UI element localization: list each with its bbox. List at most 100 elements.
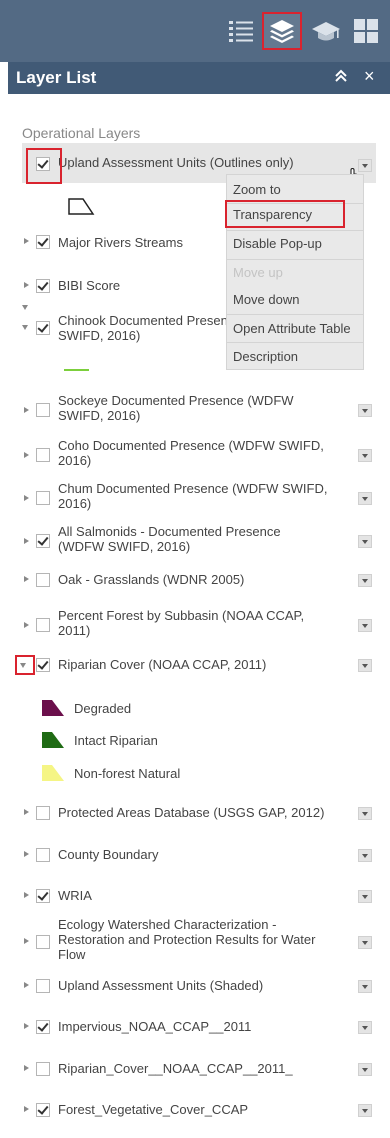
expand-arrow-icon[interactable] (24, 1106, 29, 1112)
layer-label-line2: SWIFD, 2016) (58, 328, 141, 343)
expand-arrow-icon[interactable] (24, 622, 29, 628)
layer-row[interactable]: Protected Areas Database (USGS GAP, 2012… (0, 803, 390, 823)
layer-row[interactable]: Ecology Watershed Characterization - Res… (0, 917, 390, 965)
collapse-icon[interactable] (334, 69, 348, 88)
expand-arrow-icon[interactable] (24, 495, 29, 501)
layer-label: Oak - Grasslands (WDNR 2005) (58, 572, 245, 587)
layer-row[interactable]: Percent Forest by Subbasin (NOAA CCAP, 2… (0, 608, 390, 640)
layer-row[interactable]: Sockeye Documented Presence (WDFW SWIFD,… (0, 393, 390, 425)
layer-checkbox[interactable] (36, 1062, 50, 1076)
layer-row[interactable]: Impervious_NOAA_CCAP__2011 (0, 1017, 390, 1037)
legend-label: Non-forest Natural (74, 766, 181, 781)
expand-arrow-icon[interactable] (22, 305, 28, 310)
layer-menu-button[interactable] (358, 1104, 372, 1117)
expand-arrow-icon[interactable] (24, 982, 29, 988)
annotation-box-transparency (225, 200, 345, 228)
menu-item-description[interactable]: Description (233, 349, 298, 364)
layer-menu-button[interactable] (358, 619, 372, 632)
layer-checkbox[interactable] (36, 534, 50, 548)
menu-item-open-attribute-table[interactable]: Open Attribute Table (233, 321, 351, 336)
expand-arrow-icon[interactable] (24, 452, 29, 458)
layer-checkbox[interactable] (36, 573, 50, 587)
expand-arrow-icon[interactable] (24, 851, 29, 857)
expand-arrow-icon[interactable] (24, 238, 29, 244)
legend-list-icon[interactable] (224, 14, 258, 48)
layer-menu-button[interactable] (358, 492, 372, 505)
layer-row[interactable]: Coho Documented Presence (WDFW SWIFD, 20… (0, 438, 390, 470)
layer-menu-button[interactable] (358, 849, 372, 862)
layer-label-line2: 2016) (58, 496, 92, 511)
grid-icon[interactable] (349, 14, 383, 48)
menu-item-disable-popup[interactable]: Disable Pop-up (233, 236, 322, 251)
layer-row[interactable]: County Boundary (0, 845, 390, 865)
layer-row[interactable]: Forest_Vegetative_Cover_CCAP (0, 1100, 390, 1120)
expand-arrow-icon[interactable] (22, 325, 28, 330)
layer-checkbox[interactable] (36, 848, 50, 862)
layer-menu-button[interactable] (358, 404, 372, 417)
legend-non-forest-natural-symbol (40, 763, 66, 788)
layer-menu-button[interactable] (358, 574, 372, 587)
layer-checkbox[interactable] (36, 403, 50, 417)
annotation-box-checkbox (26, 148, 62, 184)
legend-label: Intact Riparian (74, 733, 158, 748)
layer-menu-button[interactable] (358, 535, 372, 548)
layer-row[interactable]: Upland Assessment Units (Shaded) (0, 976, 390, 996)
layer-checkbox[interactable] (36, 448, 50, 462)
layer-checkbox[interactable] (36, 491, 50, 505)
layer-checkbox[interactable] (36, 979, 50, 993)
layer-row[interactable]: Chum Documented Presence (WDFW SWIFD, 20… (0, 481, 390, 513)
expand-arrow-icon[interactable] (24, 938, 29, 944)
layer-checkbox[interactable] (36, 889, 50, 903)
panel-header: Layer List × (8, 62, 390, 94)
layer-row[interactable]: WRIA (0, 886, 390, 906)
layer-checkbox[interactable] (36, 806, 50, 820)
expand-arrow-icon[interactable] (24, 538, 29, 544)
layer-label: Coho Documented Presence (WDFW SWIFD, (58, 438, 324, 453)
layer-menu-button[interactable] (358, 449, 372, 462)
menu-item-move-up: Move up (233, 265, 283, 280)
layer-row[interactable]: Oak - Grasslands (WDNR 2005) (0, 570, 390, 590)
expand-arrow-icon[interactable] (24, 576, 29, 582)
layer-menu-button[interactable] (358, 890, 372, 903)
layer-label-line2: (WDFW SWIFD, 2016) (58, 539, 191, 554)
expand-arrow-icon[interactable] (24, 407, 29, 413)
layer-row[interactable]: All Salmonids - Documented Presence (WDF… (0, 524, 390, 556)
layers-icon-button[interactable] (262, 12, 302, 50)
layer-menu-button[interactable] (358, 1063, 372, 1076)
expand-arrow-icon[interactable] (24, 809, 29, 815)
menu-item-zoom-to[interactable]: Zoom to (233, 182, 281, 197)
layer-checkbox[interactable] (36, 1020, 50, 1034)
layer-menu-button[interactable] (358, 659, 372, 672)
layer-checkbox[interactable] (36, 935, 50, 949)
layer-checkbox[interactable] (36, 279, 50, 293)
layer-label: Riparian_Cover__NOAA_CCAP__2011_ (58, 1061, 293, 1076)
layer-row[interactable]: Riparian Cover (NOAA CCAP, 2011) (0, 655, 390, 675)
layer-checkbox[interactable] (36, 235, 50, 249)
layer-checkbox[interactable] (36, 658, 50, 672)
menu-divider (227, 342, 363, 343)
layer-menu-button[interactable] (358, 936, 372, 949)
layer-row[interactable]: Riparian_Cover__NOAA_CCAP__2011_ (0, 1059, 390, 1079)
close-icon[interactable]: × (364, 67, 375, 85)
expand-arrow-icon[interactable] (24, 1065, 29, 1071)
menu-divider (227, 230, 363, 231)
layer-menu-button[interactable] (358, 1021, 372, 1034)
layer-label-line2: 2016) (58, 453, 92, 468)
chinook-line-symbol (64, 369, 89, 371)
layer-checkbox[interactable] (36, 618, 50, 632)
layer-checkbox[interactable] (36, 321, 50, 335)
layer-label: Impervious_NOAA_CCAP__2011 (58, 1019, 252, 1034)
layer-label: Upland Assessment Units (Outlines only) (58, 155, 294, 170)
menu-item-move-down[interactable]: Move down (233, 292, 299, 307)
section-title: Operational Layers (22, 125, 141, 141)
expand-arrow-icon[interactable] (24, 1023, 29, 1029)
layer-menu-button[interactable] (358, 980, 372, 993)
expand-arrow-icon[interactable] (24, 892, 29, 898)
graduation-cap-icon[interactable] (309, 14, 343, 48)
legend-degraded-symbol (40, 698, 66, 723)
top-toolbar (0, 0, 390, 62)
layer-checkbox[interactable] (36, 1103, 50, 1117)
polygon-outline-symbol (66, 196, 96, 223)
layer-menu-button[interactable] (358, 807, 372, 820)
expand-arrow-icon[interactable] (24, 282, 29, 288)
